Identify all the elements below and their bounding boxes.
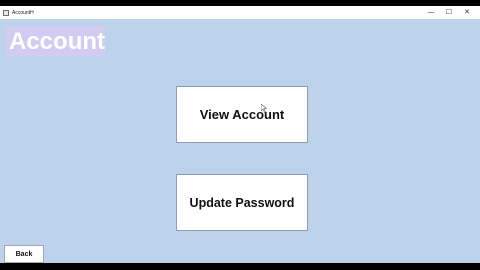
maximize-icon[interactable]: ☐ — [440, 6, 458, 19]
view-account-button[interactable]: View Account — [176, 86, 308, 143]
close-icon[interactable]: ✕ — [458, 6, 476, 19]
window-title: AccountH — [12, 9, 34, 16]
mouse-cursor-icon — [261, 104, 267, 113]
title-bar: AccountH — ☐ ✕ — [0, 6, 480, 19]
app-icon — [3, 9, 9, 16]
app-window: AccountH — ☐ ✕ Account View Account Upda… — [0, 6, 480, 263]
window-controls: — ☐ ✕ — [422, 6, 476, 19]
page-title: Account — [9, 28, 105, 55]
minimize-icon[interactable]: — — [422, 6, 440, 19]
update-password-button[interactable]: Update Password — [176, 174, 308, 231]
back-button[interactable]: Back — [4, 245, 44, 263]
